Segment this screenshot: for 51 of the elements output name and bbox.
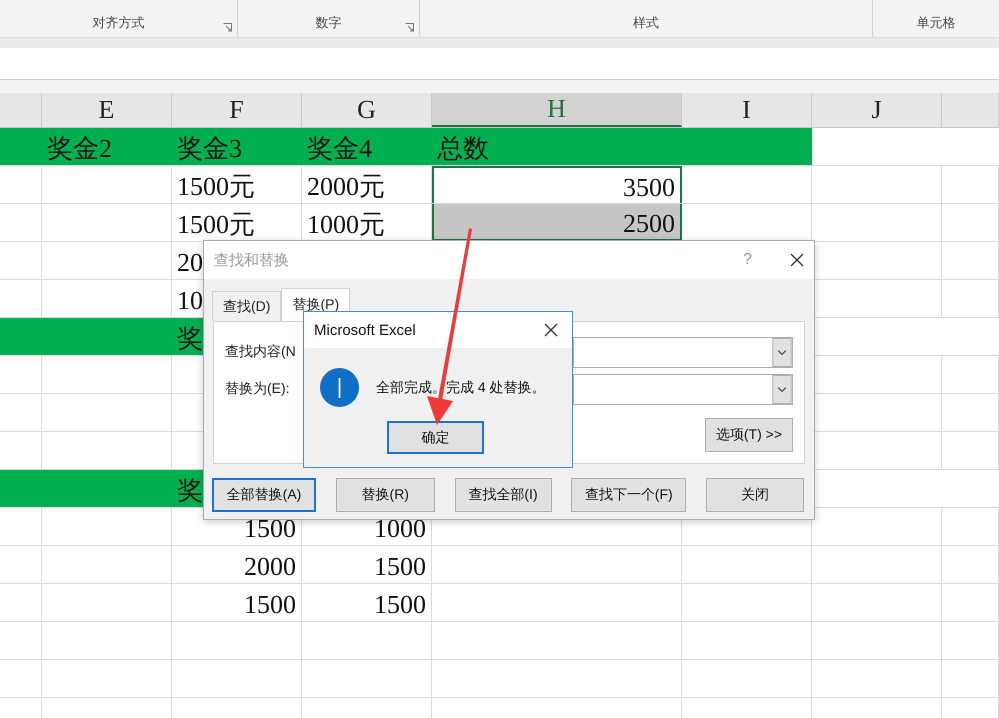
cell-text: 奖 bbox=[177, 324, 203, 354]
column-header[interactable]: F bbox=[172, 93, 302, 127]
dialog-launcher-icon[interactable] bbox=[223, 23, 232, 32]
cell-text: 10 bbox=[177, 286, 203, 316]
cell-text: 1500元 bbox=[177, 172, 255, 202]
group-label: 数字 bbox=[316, 14, 342, 32]
group-label: 单元格 bbox=[916, 14, 956, 32]
combo-field[interactable] bbox=[573, 374, 793, 404]
info-icon bbox=[320, 368, 359, 407]
cell-text: 1500元 bbox=[177, 210, 255, 240]
group-label: 样式 bbox=[633, 14, 659, 32]
field-label: 查找内容(N bbox=[225, 343, 296, 361]
cell-text: 1000元 bbox=[307, 210, 385, 240]
dialog-button[interactable]: 查找下一个(F) bbox=[571, 478, 686, 512]
close-icon[interactable] bbox=[790, 253, 804, 267]
column-header[interactable]: J bbox=[812, 93, 942, 127]
cell-text: 奖金3 bbox=[177, 134, 242, 164]
ok-button[interactable]: 确定 bbox=[387, 421, 484, 454]
cell-text: 1500 bbox=[244, 590, 296, 620]
dialog-button[interactable]: 替换(R) bbox=[336, 478, 435, 512]
dialog-launcher-icon[interactable] bbox=[405, 23, 414, 32]
cell-text: 1500 bbox=[374, 590, 426, 620]
column-header[interactable]: H bbox=[432, 93, 682, 127]
cell-text: 1500 bbox=[244, 514, 296, 544]
cell-text: 2000元 bbox=[307, 172, 385, 202]
dialog-button[interactable]: 全部替换(A) bbox=[212, 478, 316, 512]
cell-text: 总数 bbox=[437, 134, 489, 164]
dialog-title: 查找和替换 bbox=[214, 250, 290, 270]
dialog-button[interactable]: 查找全部(I) bbox=[454, 478, 552, 512]
group-label: 对齐方式 bbox=[92, 14, 144, 32]
cell-text: 奖金4 bbox=[307, 134, 372, 164]
cell-text: 1500 bbox=[374, 552, 426, 582]
cell-text: 奖 bbox=[177, 476, 203, 506]
close-icon[interactable] bbox=[544, 323, 558, 337]
column-header[interactable]: I bbox=[682, 93, 812, 127]
dialog-button[interactable]: 关闭 bbox=[706, 478, 804, 512]
message-box-title: Microsoft Excel bbox=[314, 322, 417, 338]
cell-text: 奖金2 bbox=[47, 134, 112, 164]
field-label: 替换为(E): bbox=[225, 380, 290, 398]
tab[interactable]: 查找(D) bbox=[212, 291, 282, 321]
cell-text: 1000 bbox=[374, 514, 426, 544]
column-header[interactable]: E bbox=[42, 93, 172, 127]
options-button[interactable]: 选项(T) >> bbox=[704, 418, 793, 452]
dropdown-caret-icon[interactable] bbox=[772, 374, 792, 404]
cell-text: 3500 bbox=[623, 172, 675, 202]
combo-field[interactable] bbox=[573, 336, 793, 368]
cell-text: 2500 bbox=[623, 208, 675, 238]
cell-text: 20 bbox=[177, 248, 203, 278]
cell-text: 2000 bbox=[244, 552, 296, 582]
dropdown-caret-icon[interactable] bbox=[772, 338, 792, 366]
message-text: 全部完成。完成 4 处替换。 bbox=[376, 378, 546, 396]
